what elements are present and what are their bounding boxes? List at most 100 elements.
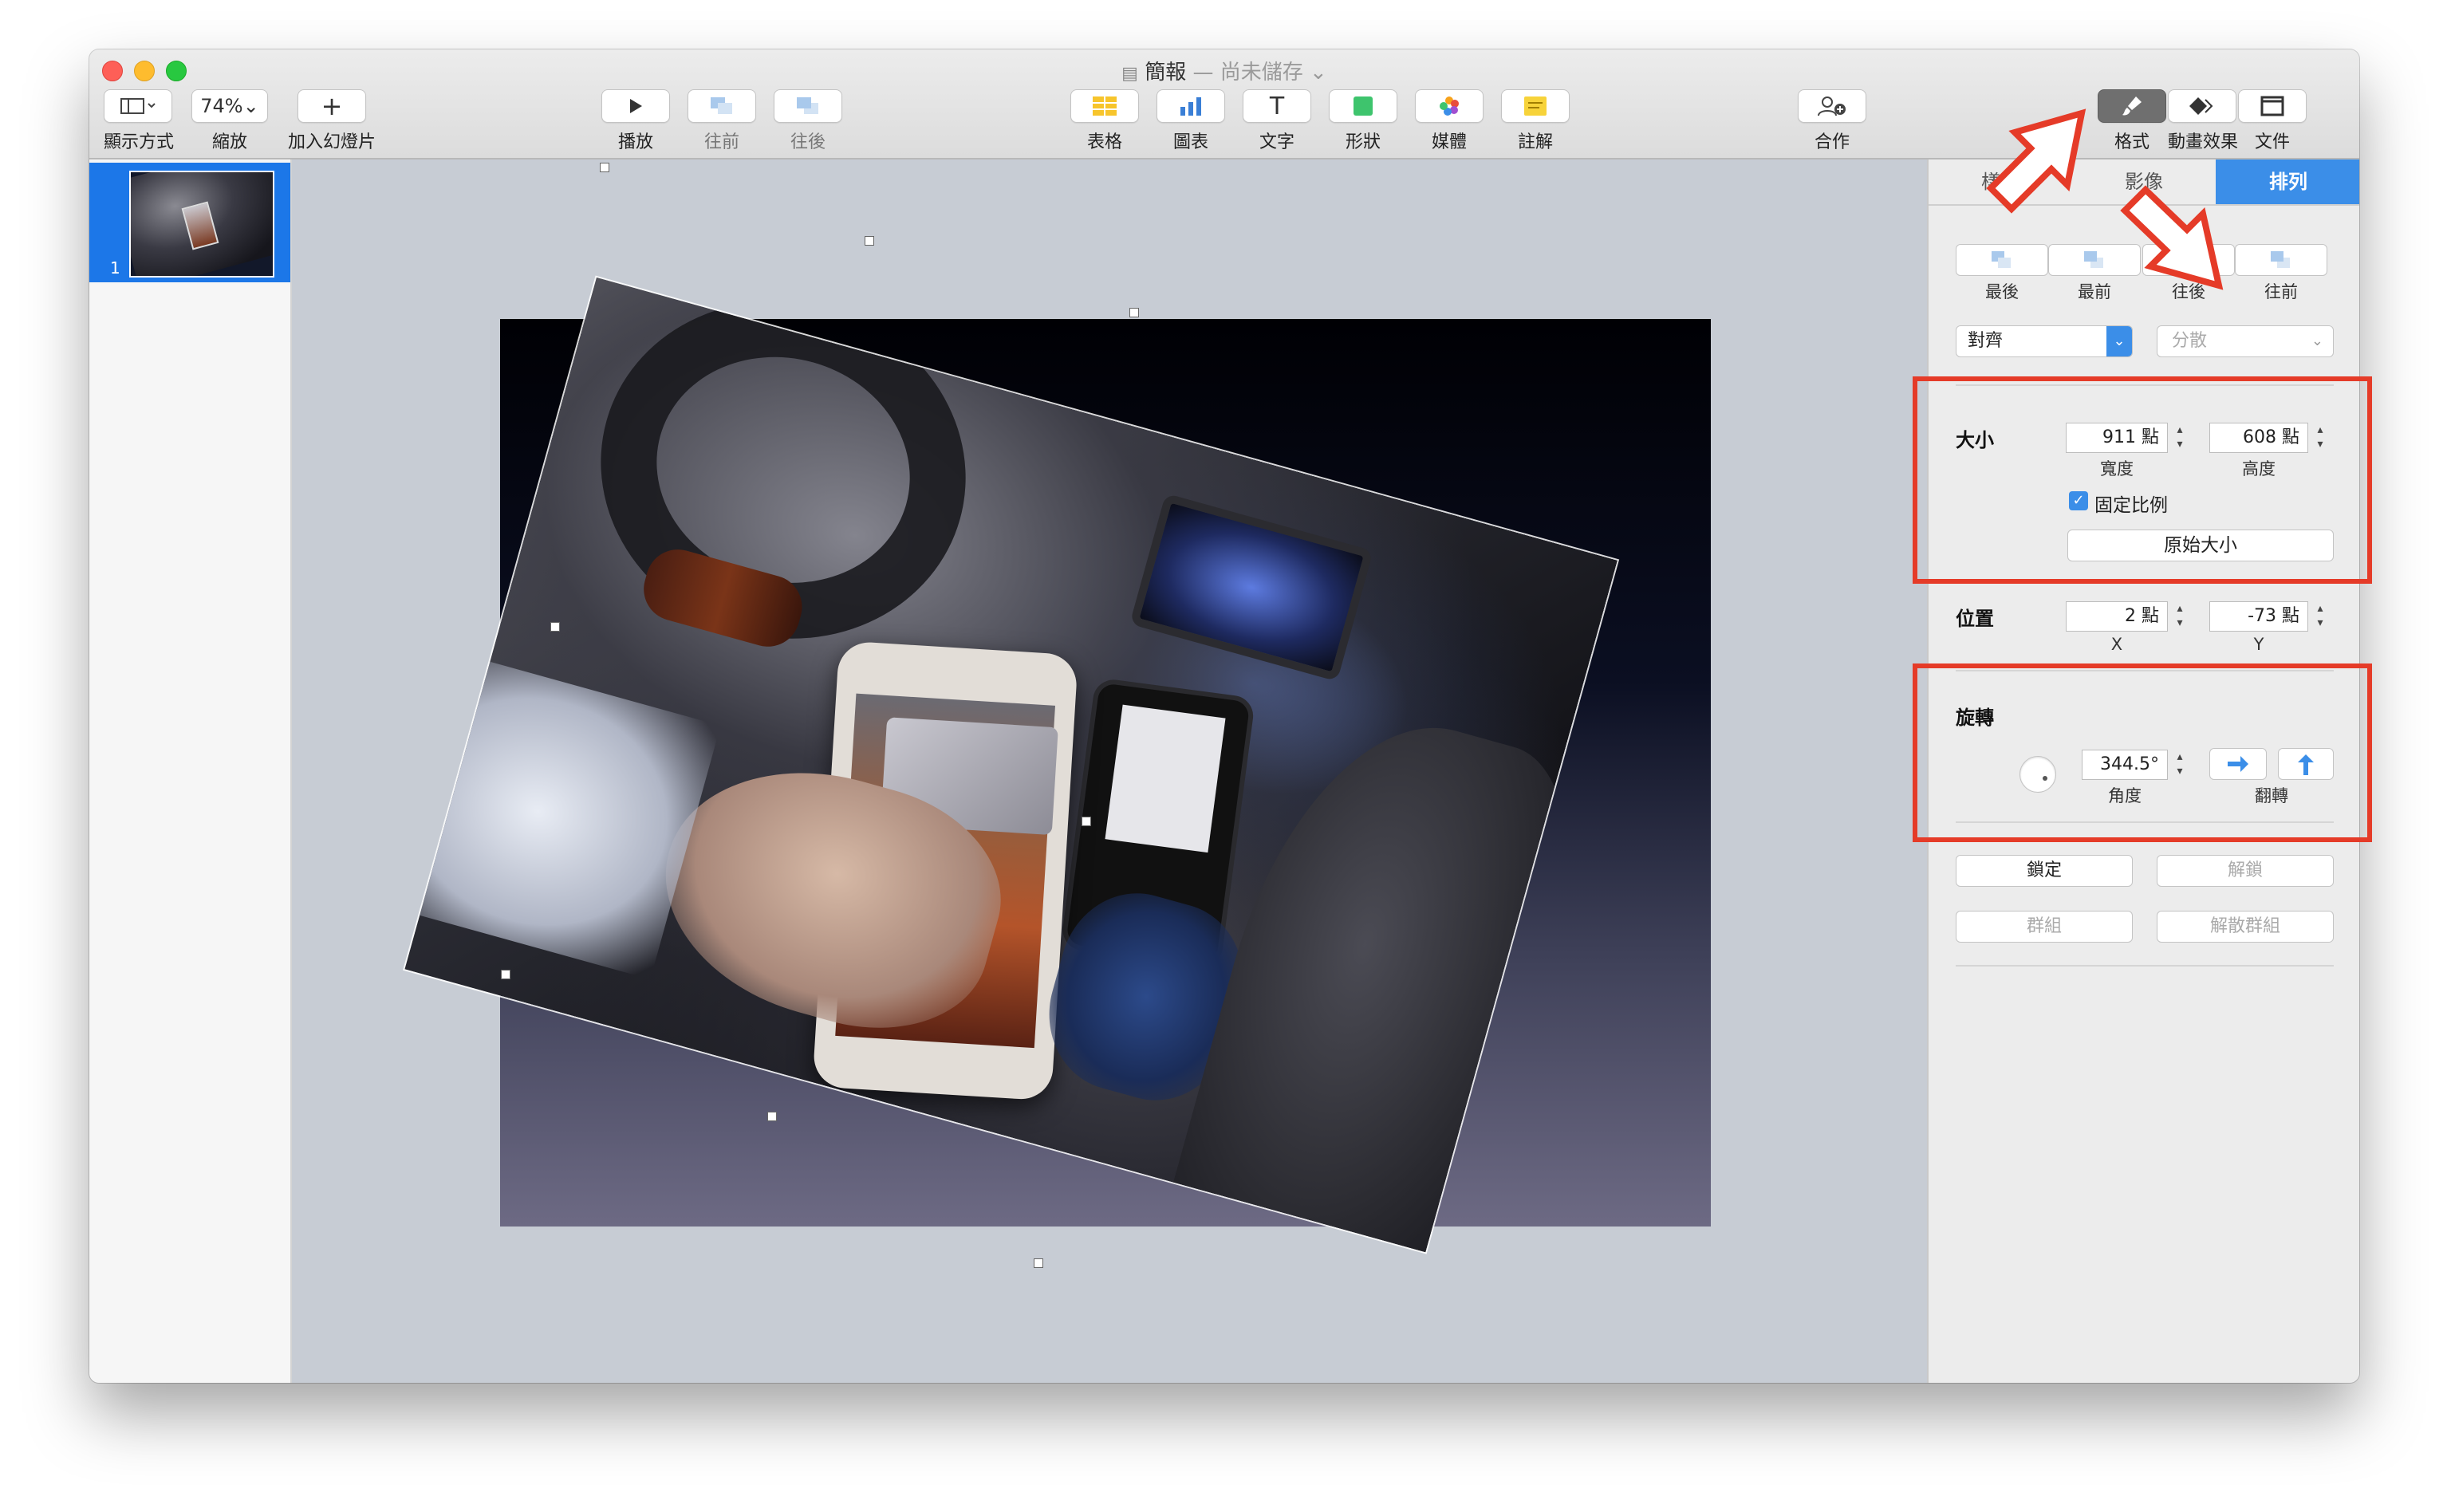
document-button[interactable] [2238, 89, 2307, 123]
shape-icon [1354, 96, 1373, 116]
shape-label: 形狀 [1345, 132, 1381, 152]
play-label: 播放 [617, 132, 653, 152]
photos-icon [1440, 96, 1459, 116]
window-title: ▤ 簡報 — 尚未儲存 ⌄ [89, 56, 2359, 85]
play-button[interactable] [601, 89, 670, 123]
document-title: 簡報 [1145, 61, 1187, 85]
dashboard-screen-shape [1129, 493, 1373, 682]
backward-button[interactable] [688, 89, 756, 123]
bring-forward-icon [2271, 251, 2290, 268]
bring-forward-button[interactable] [2235, 244, 2327, 276]
slide-number: 1 [110, 258, 120, 278]
table-label: 表格 [1086, 132, 1122, 152]
resize-handle-bottom-right[interactable] [1034, 1258, 1043, 1268]
table-tool[interactable]: 表格 [1070, 89, 1139, 153]
x-label: X [2110, 635, 2123, 654]
divider [1956, 965, 2334, 967]
document-tool[interactable]: 文件 [2238, 89, 2307, 153]
zoom-tool[interactable]: 74%⌄ 縮放 [191, 89, 268, 153]
slide-thumbnail-1[interactable]: 1 [89, 163, 290, 282]
chevron-down-icon: ⌄ [2311, 333, 2323, 349]
animate-diamond-icon [2189, 97, 2213, 115]
size-annotation-box [1913, 376, 2372, 584]
resize-handle-top[interactable] [600, 163, 609, 172]
text-label: 文字 [1259, 132, 1294, 152]
zoom-label: 縮放 [211, 132, 247, 152]
y-position-stepper[interactable]: ▴ ▾ [2311, 601, 2329, 633]
resize-handle-right-mid[interactable] [1082, 817, 1091, 826]
chart-label: 圖表 [1172, 132, 1208, 152]
rotate-annotation-box [1913, 663, 2372, 842]
shape-button[interactable] [1329, 89, 1397, 123]
format-tool[interactable]: 格式 [2098, 89, 2166, 153]
ungroup-button[interactable]: 解散群組 [2157, 911, 2334, 943]
send-to-back-icon [1992, 251, 2011, 268]
backward-label: 往前 [703, 132, 739, 152]
animate-tool[interactable]: 動畫效果 [2168, 89, 2238, 153]
resize-handle-top-right-mid[interactable] [865, 236, 874, 246]
slide-thumbnail-image [129, 171, 274, 278]
forward-button[interactable] [774, 89, 842, 123]
add-slide-button[interactable]: + [298, 89, 366, 123]
collaborate-button[interactable] [1798, 89, 1866, 123]
table-icon [1093, 96, 1117, 116]
distribute-dropdown[interactable]: 分散 ⌄ [2157, 325, 2334, 357]
zoom-select[interactable]: 74%⌄ [191, 89, 268, 123]
forward-tool[interactable]: 往後 [774, 89, 842, 153]
sleeve-shape [404, 657, 721, 979]
x-position-stepper[interactable]: ▴ ▾ [2171, 601, 2189, 633]
comment-tool[interactable]: 註解 [1501, 89, 1570, 153]
paintbrush-icon [2122, 96, 2142, 116]
back-phone-screen [1105, 704, 1226, 853]
media-tool[interactable]: 媒體 [1415, 89, 1484, 153]
x-position-field[interactable]: 2 點 [2066, 601, 2168, 632]
send-to-back-button[interactable] [1956, 244, 2048, 276]
resize-handle-right-top[interactable] [1129, 308, 1139, 317]
animate-button[interactable] [2168, 89, 2236, 123]
comment-button[interactable] [1501, 89, 1570, 123]
comment-icon [1524, 96, 1547, 116]
layers-front-icon [797, 97, 818, 114]
plus-icon: + [321, 91, 343, 121]
resize-handle-left-mid[interactable] [550, 622, 560, 632]
unlock-button[interactable]: 解鎖 [2157, 855, 2334, 887]
view-label: 顯示方式 [104, 132, 175, 152]
align-dropdown[interactable]: 對齊 ⌄ [1956, 325, 2133, 357]
slide-canvas[interactable]: ✓ [292, 159, 2015, 1383]
document-label: 文件 [2254, 132, 2290, 152]
chart-button[interactable] [1157, 89, 1225, 123]
slide-navigator: 1 [89, 159, 292, 1383]
y-position-field[interactable]: -73 點 [2209, 601, 2308, 632]
lock-button[interactable]: 鎖定 [1956, 855, 2133, 887]
play-tool[interactable]: 播放 [601, 89, 670, 153]
bring-forward-label: 往前 [2264, 282, 2298, 301]
format-annotation-arrow [1986, 108, 2086, 214]
table-button[interactable] [1070, 89, 1139, 123]
chart-tool[interactable]: 圖表 [1157, 89, 1225, 153]
text-tool[interactable]: T 文字 [1243, 89, 1311, 153]
layers-back-icon [711, 97, 732, 114]
bring-to-front-icon [2084, 251, 2103, 268]
comment-label: 註解 [1517, 132, 1553, 152]
view-button[interactable] [104, 89, 172, 123]
resize-handle-bottom-mid[interactable] [767, 1112, 777, 1121]
collaborate-tool[interactable]: 合作 [1798, 89, 1866, 153]
position-section-label: 位置 [1956, 608, 1994, 630]
media-button[interactable] [1415, 89, 1484, 123]
format-label: 格式 [2114, 132, 2149, 152]
format-button[interactable] [2098, 89, 2166, 123]
chevron-down-icon: ⌄ [2106, 326, 2132, 356]
add-slide-tool[interactable]: + 加入幻燈片 [284, 89, 380, 153]
y-label: Y [2253, 635, 2264, 654]
backward-tool[interactable]: 往前 [688, 89, 756, 153]
play-icon [630, 99, 642, 113]
text-button[interactable]: T [1243, 89, 1311, 123]
align-label: 對齊 [1968, 331, 2004, 351]
tab-arrange[interactable]: 排列 [2216, 159, 2359, 204]
document-icon: ▤ [1121, 64, 1138, 84]
shape-tool[interactable]: 形狀 [1329, 89, 1397, 153]
group-button[interactable]: 群組 [1956, 911, 2133, 943]
view-tool[interactable]: 顯示方式 [104, 89, 175, 153]
resize-handle-bottom-left[interactable] [501, 970, 510, 979]
media-label: 媒體 [1431, 132, 1467, 152]
